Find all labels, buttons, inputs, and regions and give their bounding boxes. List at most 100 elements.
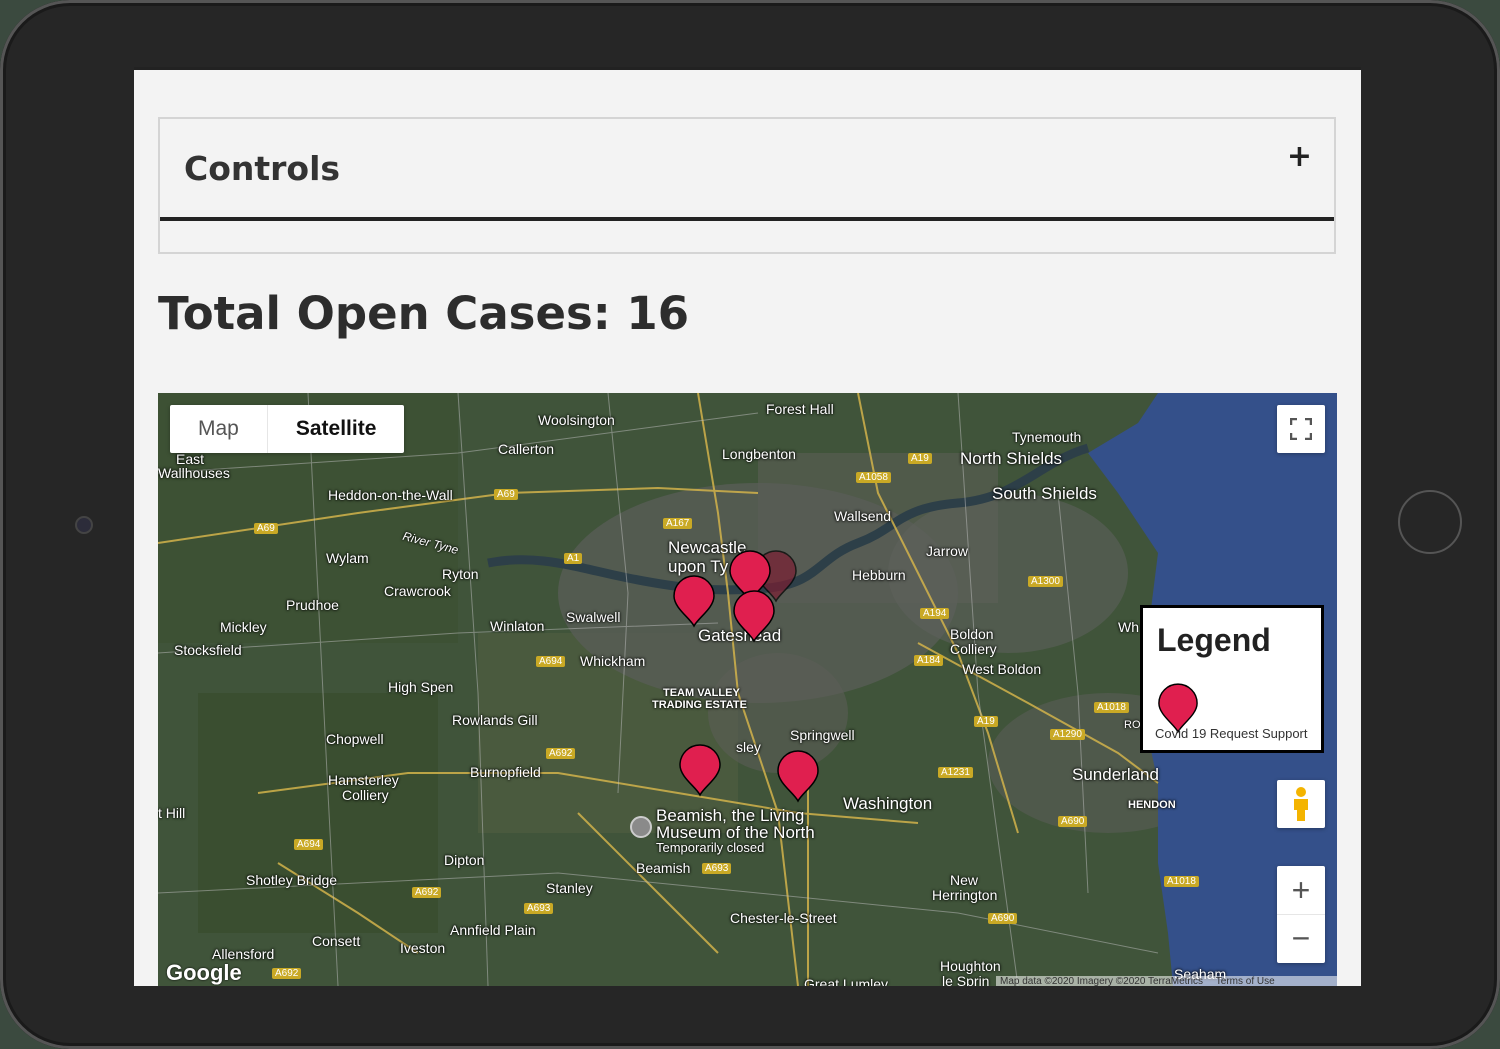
total-open-cases: Total Open Cases: 16 (158, 287, 690, 340)
attribution-text: Map data ©2020 Imagery ©2020 TerraMetric… (1000, 976, 1203, 986)
place-label: North Shields (960, 449, 1063, 468)
place-label: Boldon (950, 626, 994, 642)
fullscreen-icon (1290, 418, 1312, 440)
camera (75, 516, 93, 534)
google-logo[interactable]: Google (166, 960, 242, 986)
home-button[interactable] (1398, 490, 1462, 554)
place-label: Dipton (444, 852, 485, 868)
place-label: le Sprin (942, 973, 990, 986)
road-shield: A19 (974, 716, 998, 727)
road-shield: A1231 (938, 767, 973, 778)
place-label: Forest Hall (766, 401, 834, 417)
museum-icon[interactable] (630, 816, 652, 838)
place-label: Crawcrook (384, 583, 451, 599)
road-shield: A1290 (1050, 729, 1085, 740)
map-type-control: Map Satellite (170, 405, 405, 453)
expand-icon[interactable]: + (1287, 139, 1312, 174)
legend-item-label: Covid 19 Request Support (1155, 726, 1308, 741)
road-shield: A693 (702, 863, 732, 874)
road-shield: A693 (524, 903, 554, 914)
case-marker[interactable] (776, 749, 820, 803)
place-label: Hamsterley (328, 772, 399, 788)
map-type-satellite-button[interactable]: Satellite (268, 405, 405, 453)
place-label: Ryton (442, 566, 479, 582)
road-shield: A692 (412, 887, 442, 898)
road-shield: A694 (294, 839, 324, 850)
place-label: Temporarily closed (656, 840, 765, 855)
place-label: Wallhouses (158, 465, 230, 481)
place-label: Iveston (400, 940, 446, 956)
map-type-map-button[interactable]: Map (170, 405, 268, 453)
place-label: Callerton (498, 441, 555, 457)
road-shield: A690 (1058, 816, 1088, 827)
place-label: HENDON (1128, 799, 1176, 811)
place-label: Hebburn (852, 567, 906, 583)
controls-title: Controls (184, 149, 341, 188)
place-label: South Shields (992, 484, 1097, 503)
controls-header[interactable]: Controls + (160, 119, 1334, 221)
place-label: West Boldon (962, 661, 1042, 677)
road-shield: A167 (663, 518, 693, 529)
top-divider (134, 67, 1361, 70)
pegman-icon (1294, 787, 1308, 821)
zoom-in-button[interactable]: + (1277, 867, 1325, 915)
road-shield: A1018 (1094, 702, 1129, 713)
place-label: Stanley (546, 880, 593, 896)
legend-box: Legend Covid 19 Request Support (1140, 605, 1324, 753)
place-label: Winlaton (490, 618, 545, 634)
terms-link[interactable]: Terms of Use (1216, 976, 1275, 986)
place-label: Prudhoe (286, 597, 339, 613)
road-shield: A692 (272, 968, 302, 979)
legend-title: Legend (1157, 622, 1271, 658)
place-label: Annfield Plain (450, 922, 536, 938)
map-attribution: Map data ©2020 Imagery ©2020 TerraMetric… (996, 976, 1337, 986)
place-label: Consett (312, 933, 361, 949)
road-shield: A194 (920, 608, 950, 619)
place-label: Colliery (342, 787, 389, 803)
controls-panel: Controls + (158, 117, 1336, 254)
place-label: Burnopfield (470, 764, 541, 780)
place-label: t Hill (158, 805, 186, 821)
zoom-out-button[interactable]: − (1277, 915, 1325, 963)
place-label: TEAM VALLEY (663, 687, 740, 699)
case-marker[interactable] (678, 743, 722, 797)
place-label: Washington (843, 794, 933, 813)
road-shield: A1018 (1164, 876, 1199, 887)
place-label: Whickham (580, 653, 646, 669)
street-view-button[interactable] (1277, 780, 1325, 828)
place-label: Chester-le-Street (730, 910, 837, 926)
place-label: High Spen (388, 679, 454, 695)
place-label: Colliery (950, 641, 997, 657)
case-marker[interactable] (732, 589, 776, 643)
fullscreen-button[interactable] (1277, 405, 1325, 453)
map-canvas[interactable]: Forest Hall Woolsington Callerton Tynemo… (158, 393, 1337, 986)
case-marker[interactable] (672, 574, 716, 628)
zoom-control: + − (1277, 866, 1325, 963)
road-shield: A1 (564, 553, 583, 564)
place-label: Rowlands Gill (452, 712, 538, 728)
road-shield: A69 (254, 523, 278, 534)
place-label: Stocksfield (174, 642, 242, 658)
place-label: Mickley (220, 619, 267, 635)
place-label: Chopwell (326, 731, 384, 747)
place-label: Wh (1118, 619, 1139, 635)
place-label: Springwell (790, 727, 855, 743)
place-label: Wylam (326, 550, 369, 566)
place-label: Swalwell (566, 609, 621, 625)
place-label: sley (736, 739, 761, 755)
place-label: Heddon-on-the-Wall (328, 487, 453, 503)
place-label: Tynemouth (1012, 429, 1082, 445)
road-shield: A184 (914, 655, 944, 666)
place-label: Houghton (940, 958, 1001, 974)
place-label: Sunderland (1072, 765, 1159, 784)
screen: Controls + Total Open Cases: 16 Forest H… (134, 67, 1361, 986)
place-label: New (950, 872, 979, 888)
place-label: Jarrow (926, 543, 969, 559)
place-label: RO (1124, 719, 1141, 731)
road-shield: A1300 (1028, 576, 1063, 587)
place-label: Great Lumley (804, 976, 889, 986)
place-label: Beamish (636, 860, 691, 876)
road-shield: A694 (536, 656, 566, 667)
place-label: Shotley Bridge (246, 872, 338, 888)
road-shield: A1058 (856, 472, 891, 483)
